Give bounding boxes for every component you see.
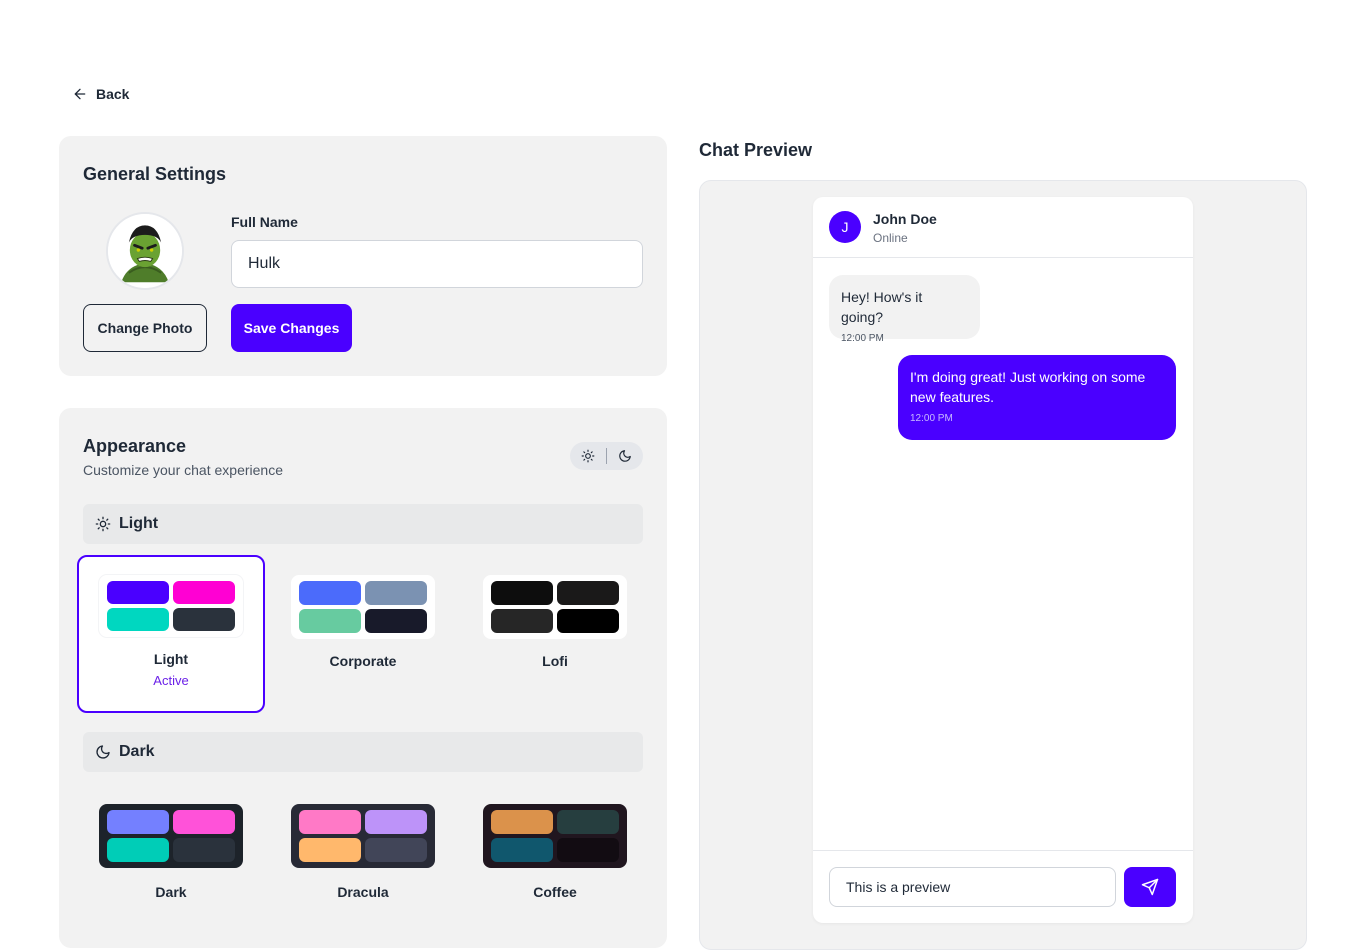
light-section-label: Light — [119, 515, 159, 532]
dark-section-label: Dark — [119, 743, 155, 760]
swatch-color — [173, 608, 235, 631]
swatch-color — [365, 581, 427, 605]
theme-name: Lofi — [542, 653, 568, 669]
message-time: 12:00 PM — [841, 333, 884, 344]
swatch-color — [557, 838, 619, 862]
theme-option-coffee[interactable]: Coffee — [461, 804, 649, 900]
send-button[interactable] — [1124, 867, 1176, 907]
chat-header: J John Doe Online — [813, 197, 1193, 258]
contact-status: Online — [873, 231, 908, 245]
theme-name: Dark — [155, 884, 187, 900]
swatch-color — [173, 838, 235, 862]
swatch-color — [299, 810, 361, 834]
theme-name: Corporate — [329, 653, 397, 669]
message-input[interactable] — [829, 867, 1116, 907]
theme-swatch — [291, 804, 435, 868]
theme-option-light[interactable]: Light Active — [77, 555, 265, 713]
swatch-color — [365, 838, 427, 862]
appearance-card: Appearance Customize your chat experienc… — [59, 408, 667, 948]
change-photo-button[interactable]: Change Photo — [83, 304, 207, 352]
swatch-color — [557, 609, 619, 633]
chat-preview-panel: J John Doe Online Hey! How's it going? 1… — [699, 180, 1307, 950]
swatch-color — [299, 838, 361, 862]
theme-name: Light — [153, 651, 189, 667]
swatch-color — [365, 810, 427, 834]
swatch-color — [299, 609, 361, 633]
theme-option-corporate[interactable]: Corporate — [269, 575, 457, 669]
theme-swatch — [291, 575, 435, 639]
appearance-subtitle: Customize your chat experience — [83, 462, 283, 478]
send-icon — [1141, 878, 1159, 896]
swatch-color — [107, 608, 169, 631]
message-bubble-sent: I'm doing great! Just working on some ne… — [898, 355, 1176, 440]
sun-icon[interactable] — [581, 449, 595, 463]
sun-icon — [95, 516, 111, 532]
theme-name: Dracula — [337, 884, 389, 900]
theme-option-dracula[interactable]: Dracula — [269, 804, 457, 900]
chat-preview-title: Chat Preview — [699, 140, 813, 160]
message-time: 12:00 PM — [910, 413, 953, 424]
swatch-color — [491, 838, 553, 862]
swatch-color — [173, 581, 235, 604]
contact-avatar: J — [829, 211, 861, 243]
swatch-color — [299, 581, 361, 605]
arrow-left-icon — [74, 88, 86, 100]
chat-footer — [813, 850, 1193, 923]
message-bubble-received: Hey! How's it going? 12:00 PM — [829, 275, 980, 344]
message-text: I'm doing great! Just working on some ne… — [910, 369, 1146, 405]
contact-name: John Doe — [873, 211, 937, 227]
swatch-color — [365, 609, 427, 633]
chat-window: J John Doe Online Hey! How's it going? 1… — [813, 197, 1193, 923]
theme-name: Coffee — [533, 884, 577, 900]
general-settings-title: General Settings — [83, 164, 227, 184]
profile-avatar — [106, 212, 184, 290]
swatch-color — [107, 810, 169, 834]
full-name-input[interactable] — [231, 240, 643, 288]
appearance-title: Appearance — [83, 436, 187, 456]
moon-icon — [96, 745, 110, 759]
swatch-color — [107, 838, 169, 862]
moon-icon[interactable] — [618, 449, 632, 463]
swatch-color — [491, 810, 553, 834]
theme-swatch — [483, 575, 627, 639]
back-label: Back — [96, 86, 130, 102]
theme-swatch — [99, 575, 243, 637]
theme-option-lofi[interactable]: Lofi — [461, 575, 649, 669]
general-settings-card: General Settings Full Name Change Photo … — [59, 136, 667, 376]
theme-option-dark[interactable]: Dark — [77, 804, 265, 900]
swatch-color — [557, 581, 619, 605]
swatch-color — [107, 581, 169, 604]
swatch-color — [491, 581, 553, 605]
swatch-color — [173, 810, 235, 834]
full-name-label: Full Name — [231, 214, 298, 230]
toggle-divider — [605, 448, 607, 464]
light-themes-header: Light — [83, 504, 643, 544]
message-text: Hey! How's it going? — [841, 289, 923, 325]
theme-mode-toggle[interactable] — [570, 442, 643, 470]
back-link[interactable]: Back — [72, 86, 129, 102]
swatch-color — [491, 609, 553, 633]
swatch-color — [557, 810, 619, 834]
hulk-avatar-image — [108, 214, 182, 288]
save-changes-button[interactable]: Save Changes — [231, 304, 352, 352]
theme-swatch — [483, 804, 627, 868]
theme-swatch — [99, 804, 243, 868]
theme-active-badge: Active — [153, 673, 189, 688]
dark-themes-header: Dark — [83, 732, 643, 772]
